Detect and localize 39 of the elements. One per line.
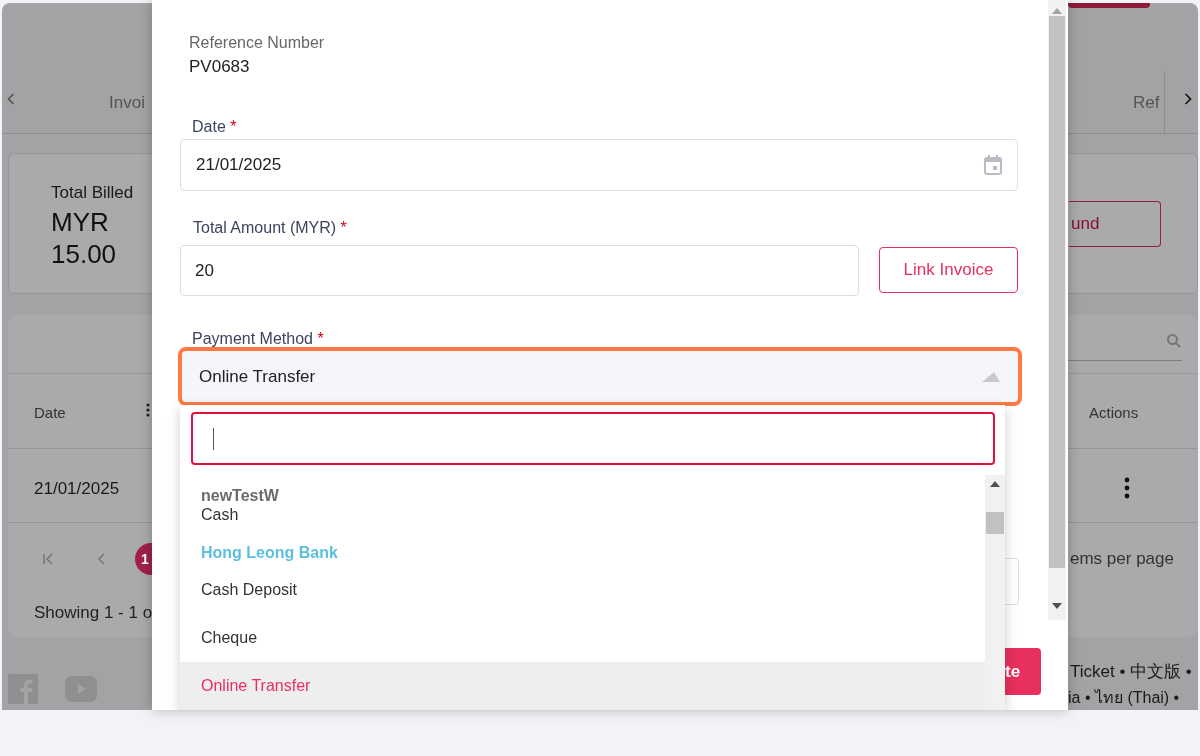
refund-button[interactable]: und — [1069, 201, 1161, 247]
caret-icon — [981, 370, 1001, 383]
chevron-right-icon[interactable] — [1183, 92, 1193, 106]
scrollbar[interactable] — [1048, 0, 1066, 620]
amount-field[interactable]: 20 — [180, 245, 859, 296]
first-page-icon[interactable] — [42, 553, 54, 565]
scrollbar-thumb[interactable] — [1049, 16, 1065, 568]
search-field[interactable] — [191, 412, 995, 465]
dropdown-option[interactable]: Online Transfer — [180, 662, 985, 710]
items-per-page-label: ems per page — [1070, 548, 1174, 570]
page-button[interactable]: 1 — [135, 543, 152, 575]
footer-link[interactable]: Ticket • 中文版 • — [1070, 659, 1192, 685]
field-label: Reference Number — [189, 33, 325, 53]
field-label: Payment Method * — [192, 329, 324, 349]
field-label: Date * — [192, 117, 237, 137]
date-field[interactable]: 21/01/2025 — [180, 139, 1018, 191]
scroll-up-icon[interactable] — [990, 481, 1000, 487]
previous-page-icon[interactable] — [97, 553, 105, 565]
link-invoice-button[interactable]: Link Invoice — [879, 247, 1018, 293]
table-cell-text: 21/01/2025 — [34, 478, 120, 500]
scrollbar-thumb[interactable] — [986, 512, 1004, 534]
chevron-left-icon[interactable] — [6, 92, 16, 106]
text-cursor — [213, 428, 214, 450]
scroll-down-icon[interactable] — [1052, 603, 1062, 609]
submit-button[interactable]: te — [1005, 648, 1041, 695]
search-icon[interactable] — [1166, 333, 1182, 349]
payment-method-select[interactable]: Online Transfer — [178, 347, 1022, 406]
column-header: Actions — [1089, 403, 1139, 423]
kebab-icon[interactable] — [146, 403, 150, 417]
kebab-icon[interactable] — [1124, 477, 1130, 499]
field-value: PV0683 — [189, 56, 250, 78]
pagination-summary: Showing 1 - 1 o — [34, 602, 153, 624]
scrollbar[interactable] — [985, 475, 1005, 710]
field-label: Total Amount (MYR) * — [193, 218, 347, 238]
summary-value: MYR 15.00 — [51, 206, 118, 270]
footer-link[interactable]: ia • ไทย (Thai) • — [1068, 686, 1180, 710]
column-header: Date — [34, 403, 66, 423]
calendar-icon[interactable] — [984, 155, 1002, 175]
summary-label: Total Billed — [51, 182, 134, 204]
